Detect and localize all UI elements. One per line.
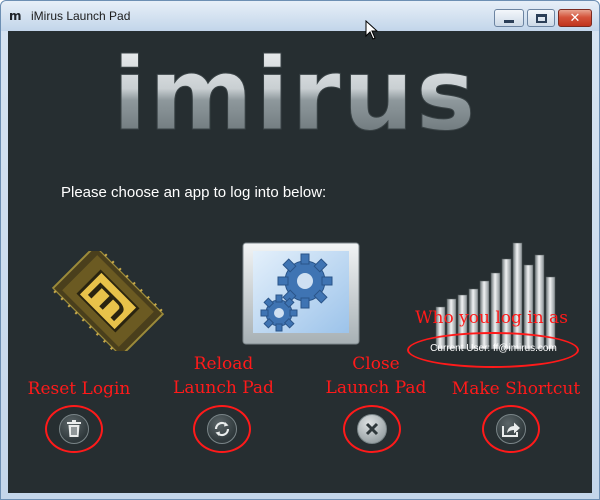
imirus-logo: imirus [112,41,478,149]
reset-login-highlight [45,405,103,453]
minimize-button[interactable] [494,9,524,27]
close-icon: ✕ [569,10,581,26]
make-shortcut-button[interactable] [496,414,526,444]
launch-pad-window: m iMirus Launch Pad ✕ imirus Please choo… [0,0,600,500]
chip-m-icon[interactable] [46,251,170,351]
gears-icon[interactable] [241,241,361,346]
minimize-icon [504,19,514,23]
reset-login-button[interactable] [59,414,89,444]
refresh-icon [214,421,230,437]
share-arrow-icon [502,422,520,437]
maximize-button[interactable] [527,9,555,27]
prompt-text: Please choose an app to log into below: [61,184,327,201]
make-shortcut-annotation: Make Shortcut [451,379,581,399]
close-launch-pad-button[interactable] [357,414,387,444]
reload-launch-pad-button[interactable] [207,414,237,444]
current-user-label: Current User: ff@imirus.com [430,343,557,354]
reload-annotation-line2: Launch Pad [173,378,274,398]
make-shortcut-highlight [482,405,540,453]
maximize-icon [535,13,547,23]
window-title: iMirus Launch Pad [31,9,131,23]
close-launch-pad-highlight [343,405,401,453]
mouse-cursor-icon [365,20,379,40]
reload-annotation-line1: Reload [193,354,254,374]
reload-launch-pad-highlight [193,405,251,453]
app-logo-icon: m [9,9,22,23]
close-x-icon [365,422,379,436]
who-you-log-in-as-annotation: Who you log in as [415,308,568,328]
reset-login-annotation: Reset Login [27,379,131,399]
close-annotation: Close Launch Pad [316,352,436,400]
reload-annotation: Reload Launch Pad [166,352,281,400]
logo-text: imirus [113,41,478,149]
trash-icon [67,420,81,437]
close-annotation-line2: Launch Pad [325,378,427,398]
title-bar[interactable]: m iMirus Launch Pad ✕ [1,1,599,31]
close-window-button[interactable]: ✕ [558,9,592,27]
close-annotation-line1: Close [352,354,400,374]
